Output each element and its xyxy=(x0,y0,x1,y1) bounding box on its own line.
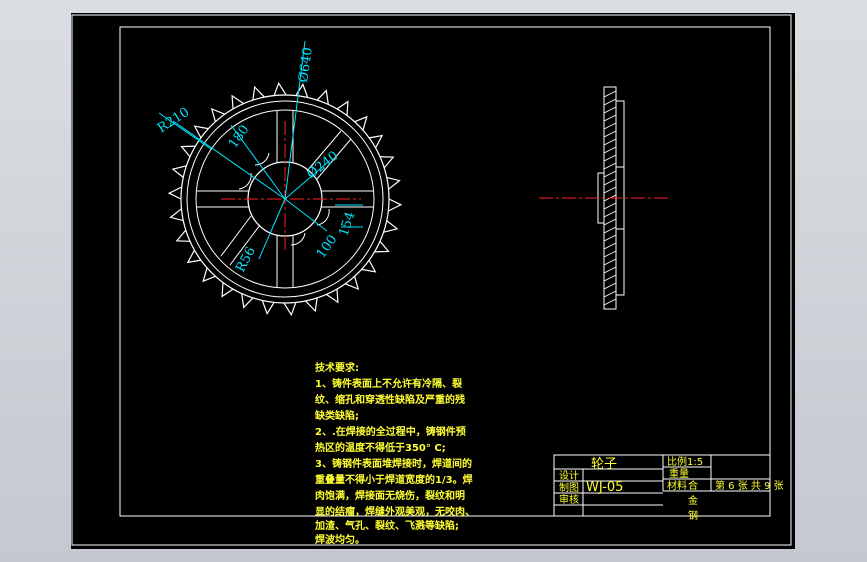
tech-line-10: 加渣、气孔、裂纹、飞溅等缺陷; xyxy=(314,519,459,532)
gear-tooth xyxy=(368,134,384,149)
hatch-line xyxy=(603,106,617,114)
hatch-line xyxy=(603,130,617,138)
gear-tooth xyxy=(180,145,196,158)
hatch-line xyxy=(603,98,617,106)
wheel-front-view: R210 Ø640 180 Ø240 154 100 R56 xyxy=(155,40,403,317)
tech-line-5: 热区的温度不得低于350° C; xyxy=(315,441,446,454)
hatch-line xyxy=(603,114,617,122)
dim-keyway: 154 xyxy=(337,210,359,238)
hatch-line xyxy=(603,122,617,130)
tb-drawing-no: WJ-05 xyxy=(586,480,623,495)
title-block: 轮子 比例1:5 重量 材料 合 金 钢 第 6 张 共 9 张 设计 制图 W… xyxy=(553,454,784,522)
tech-line-2: 纹、缩孔和穿透性缺陷及严重的残 xyxy=(315,393,465,406)
tb-weight: 重量 xyxy=(669,467,689,480)
gear-tooth xyxy=(374,240,390,253)
hatch-line xyxy=(603,218,617,226)
tech-line-9: 显的结瘤，焊缝外观美观，无咬肉、 xyxy=(315,505,475,518)
tech-line-1: 1、铸件表面上不允许有冷隔、裂 xyxy=(315,377,462,390)
tb-sheet: 第 6 张 共 9 张 xyxy=(715,479,784,492)
hatch-line xyxy=(603,242,617,250)
hatch-line xyxy=(603,258,617,266)
dim-hub-diameter: Ø240 xyxy=(304,148,341,182)
dim-slot-width: 180 xyxy=(226,122,253,151)
hatch-line xyxy=(603,138,617,146)
hatch-line xyxy=(603,298,617,306)
hatch-line xyxy=(603,178,617,186)
hatch-line xyxy=(603,162,617,170)
hatch-line xyxy=(603,146,617,154)
dim-outer-diameter: Ø640 xyxy=(296,46,316,83)
hatch-line xyxy=(603,202,617,210)
tb-scale: 比例1:5 xyxy=(667,455,703,468)
tb-material: 材料 xyxy=(667,479,687,492)
gear-tooth xyxy=(273,81,287,96)
tb-draw: 制图 xyxy=(559,481,579,494)
tech-line-11: 焊波均匀。 xyxy=(315,533,365,546)
gear-tooth xyxy=(336,100,349,116)
tech-line-4: 2、.在焊接的全过程中，铸钢件预 xyxy=(315,425,466,438)
hatch-line xyxy=(603,226,617,234)
tech-heading: 技术要求: xyxy=(315,361,359,374)
tb-material-2: 金 xyxy=(688,494,698,507)
tb-material-3: 钢 xyxy=(688,509,698,522)
hatch-line xyxy=(603,170,617,178)
hatch-line xyxy=(603,274,617,282)
hatch-line xyxy=(603,282,617,290)
hatch-line xyxy=(603,186,617,194)
tb-design: 设计 xyxy=(559,469,579,482)
hatch-line xyxy=(603,90,617,98)
hatch-line xyxy=(603,266,617,274)
tb-review: 审核 xyxy=(559,493,579,506)
tech-line-3: 缺类缺陷; xyxy=(314,409,359,422)
cad-drawing: R210 Ø640 180 Ø240 154 100 R56 技术要求: 1、铸… xyxy=(71,14,792,546)
hatch-line xyxy=(603,210,617,218)
tech-line-8: 肉饱满，焊接面无烧伤，裂纹和明 xyxy=(315,489,465,502)
hatch-line xyxy=(603,250,617,258)
technical-requirements: 技术要求: 1、铸件表面上不允许有冷隔、裂 纹、缩孔和穿透性缺陷及严重的残 缺类… xyxy=(314,361,475,546)
hatch-line xyxy=(603,290,617,298)
gear-tooth xyxy=(221,282,234,298)
drawing-canvas[interactable]: R210 Ø640 180 Ø240 154 100 R56 技术要求: 1、铸… xyxy=(71,13,795,549)
dim-fillet-radius: R56 xyxy=(233,245,259,275)
cad-window: R210 Ø640 180 Ø240 154 100 R56 技术要求: 1、铸… xyxy=(0,0,867,562)
tb-part-name: 轮子 xyxy=(591,457,617,472)
tech-line-7: 重叠量不得小于焊道宽度的1/3。焊 xyxy=(315,473,473,486)
gear-tooth xyxy=(283,302,297,317)
hatch-line xyxy=(603,154,617,162)
gear-tooth xyxy=(388,198,403,212)
gear-tooth xyxy=(186,249,202,264)
hatch-line xyxy=(603,234,617,242)
tb-material-1: 合 xyxy=(688,479,698,492)
tech-line-6: 3、铸钢件表面堆焊接时，焊道间的 xyxy=(315,457,472,470)
dim-spoke-width: 100 xyxy=(314,232,341,261)
gear-tooth xyxy=(167,186,182,200)
wheel-side-view xyxy=(539,86,669,310)
